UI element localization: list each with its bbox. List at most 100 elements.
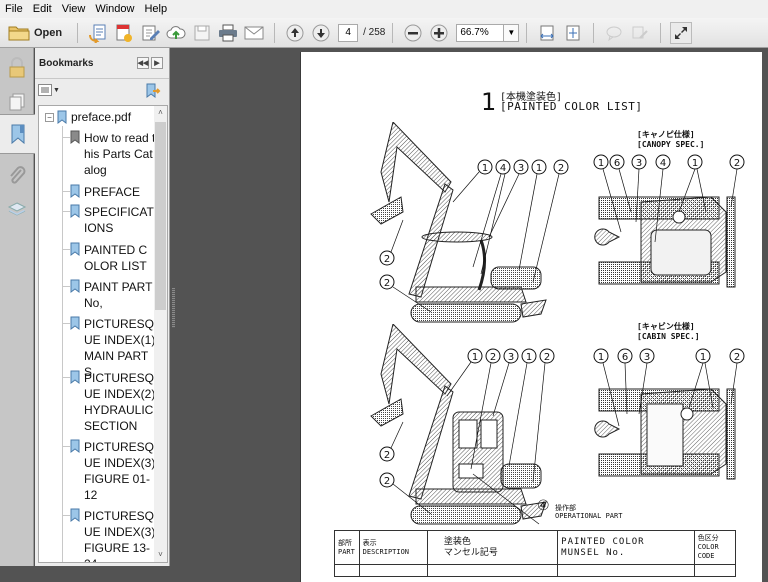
double-left-icon: ◀◀ bbox=[137, 60, 149, 67]
callout-circle: 3 bbox=[503, 348, 519, 364]
fit-page-button[interactable] bbox=[562, 22, 584, 44]
panel-menu-button[interactable]: ▶ bbox=[151, 57, 163, 69]
callout-number: 4 bbox=[500, 163, 506, 174]
expand-icon bbox=[675, 26, 688, 39]
previous-page-button[interactable] bbox=[284, 22, 306, 44]
menu-view[interactable]: View bbox=[57, 3, 91, 15]
highlight-button[interactable] bbox=[629, 22, 651, 44]
callout-number: 2 bbox=[384, 254, 390, 265]
callout-circle: 2 bbox=[729, 154, 745, 170]
bookmark-item[interactable]: PICTURESQUE INDEX(2) HYDRAULIC SECTION bbox=[62, 370, 157, 434]
table-cell bbox=[693, 564, 737, 577]
options-dropdown[interactable]: ▼ bbox=[38, 84, 60, 96]
layers-icon bbox=[7, 202, 27, 216]
collapse-toggle[interactable]: − bbox=[45, 112, 54, 122]
menu-edit[interactable]: Edit bbox=[28, 3, 57, 15]
upload-cloud-button[interactable] bbox=[165, 22, 187, 44]
callout-number: 4 bbox=[660, 158, 666, 169]
callout-circle: 2 bbox=[379, 472, 395, 488]
header-munsel-jp: 塗装色 マンセル記号 bbox=[426, 530, 559, 565]
header-code-jp: 色区分 bbox=[697, 534, 719, 542]
callout-circle: 6 bbox=[617, 348, 633, 364]
fit-width-button[interactable] bbox=[536, 22, 558, 44]
callout-number: 2 bbox=[544, 352, 550, 363]
zoom-dropdown-button[interactable]: ▼ bbox=[504, 23, 520, 42]
next-page-button[interactable] bbox=[310, 22, 332, 44]
bookmark-item[interactable]: PICTURESQUE INDEX(3) FIGURE 13-24 bbox=[62, 508, 157, 562]
plus-icon bbox=[430, 24, 448, 41]
minus-icon bbox=[404, 24, 422, 41]
header-painted-color: PAINTED COLOR MUNSEL No. bbox=[557, 530, 695, 565]
header-description: 表示 DESCRIPTION bbox=[358, 530, 428, 565]
bookmarks-tab[interactable] bbox=[0, 114, 35, 154]
document-viewport: 1 [本機塗装色] [PAINTED COLOR LIST] [キャノピ仕様] … bbox=[176, 48, 768, 582]
toolbar-separator bbox=[660, 22, 662, 43]
splitter-grip[interactable] bbox=[172, 288, 175, 328]
combine-files-button[interactable] bbox=[113, 22, 135, 44]
options-list-icon bbox=[38, 84, 52, 96]
combine-files-icon bbox=[116, 24, 133, 42]
toolbar: Open 4 / 258 66.7% ▼ bbox=[0, 18, 768, 48]
bookmark-label: PAINTED COLOR LIST bbox=[84, 243, 148, 273]
security-tab[interactable] bbox=[0, 50, 34, 86]
zoom-in-button[interactable] bbox=[428, 22, 450, 44]
table-header-row: 部所 PART 表示 DESCRIPTION 塗装色 マンセル記号 PAINTED C… bbox=[334, 530, 737, 565]
page-number-input[interactable]: 4 bbox=[338, 23, 359, 42]
bookmark-label: PICTURESQUE INDEX(2) HYDRAULIC SECTION bbox=[84, 371, 156, 433]
table-cell bbox=[557, 564, 695, 577]
collapse-panel-button[interactable]: ◀◀ bbox=[137, 57, 149, 69]
navigation-rail bbox=[0, 48, 35, 566]
callout-number: 6 bbox=[614, 158, 620, 169]
attachments-tab[interactable] bbox=[0, 158, 34, 194]
callout-circle: 6 bbox=[609, 154, 625, 170]
page-total: / 258 bbox=[363, 27, 386, 38]
envelope-icon bbox=[244, 26, 264, 39]
bookmarks-panel: Bookmarks ◀◀ ▶ ▼ − preface.pdf How to re… bbox=[35, 48, 170, 566]
bookmarks-scrollbar[interactable]: ˄ ˅ bbox=[154, 106, 167, 562]
zoom-out-button[interactable] bbox=[402, 22, 424, 44]
email-button[interactable] bbox=[243, 22, 265, 44]
full-screen-button[interactable] bbox=[670, 21, 693, 44]
bookmark-item[interactable]: PAINT PART No, bbox=[62, 279, 157, 311]
bookmark-root[interactable]: − preface.pdf bbox=[45, 110, 131, 124]
canopy-excavator-side-diagram: 1 4 3 1 2 2 2 bbox=[370, 122, 569, 323]
edit-document-button[interactable] bbox=[139, 22, 161, 44]
arrow-up-icon bbox=[286, 24, 304, 41]
bookmark-item[interactable]: PICTURESQUE INDEX(3) FIGURE 01-12 bbox=[62, 439, 157, 503]
bookmark-item[interactable]: PAINTED COLOR LIST bbox=[62, 242, 157, 274]
callout-circle: 2 bbox=[485, 348, 501, 364]
bookmark-item[interactable]: PREFACE bbox=[62, 184, 157, 200]
edit-document-icon bbox=[142, 25, 161, 40]
open-button[interactable]: Open bbox=[8, 22, 68, 44]
layers-tab[interactable] bbox=[0, 192, 34, 228]
save-button[interactable] bbox=[191, 22, 213, 44]
cabin-excavator-top-diagram: 1 6 3 1 2 bbox=[593, 348, 745, 480]
zoom-level-input[interactable]: 66.7% bbox=[456, 23, 505, 42]
callout-circle: 1 bbox=[593, 154, 609, 170]
scroll-down-button[interactable]: ˅ bbox=[154, 548, 167, 562]
comment-button[interactable] bbox=[603, 22, 625, 44]
bookmark-item[interactable]: SPECIFICATIONS bbox=[62, 204, 157, 236]
canopy-spec-en: [CANOPY SPEC.] bbox=[637, 140, 705, 149]
expand-bookmark-button[interactable] bbox=[145, 83, 161, 104]
operational-part-jp: 操作部 bbox=[555, 504, 576, 512]
bookmark-label: PICTURESQUE INDEX(3) FIGURE 13-24 bbox=[84, 509, 156, 562]
header-code-en: COLOR bbox=[697, 543, 719, 551]
chevron-up-icon: ˄ bbox=[158, 108, 163, 117]
callout-circle: 2 bbox=[379, 250, 395, 266]
callout-number: 2 bbox=[490, 352, 496, 363]
viewport-scrollbar[interactable] bbox=[762, 48, 768, 566]
create-pdf-button[interactable] bbox=[87, 22, 109, 44]
bookmark-icon bbox=[70, 439, 80, 453]
header-part-en: PART bbox=[338, 547, 355, 556]
scroll-up-button[interactable]: ˄ bbox=[154, 106, 167, 120]
menu-file[interactable]: File bbox=[0, 3, 28, 15]
print-button[interactable] bbox=[217, 22, 239, 44]
toolbar-separator bbox=[526, 22, 528, 43]
menu-help[interactable]: Help bbox=[139, 3, 172, 15]
scrollbar-thumb[interactable] bbox=[155, 122, 166, 310]
bookmark-item[interactable]: How to read this Parts Catalog bbox=[62, 130, 157, 178]
callout-number: 1 bbox=[526, 352, 532, 363]
menu-window[interactable]: Window bbox=[90, 3, 139, 15]
chevron-down-icon: ˅ bbox=[158, 550, 163, 559]
